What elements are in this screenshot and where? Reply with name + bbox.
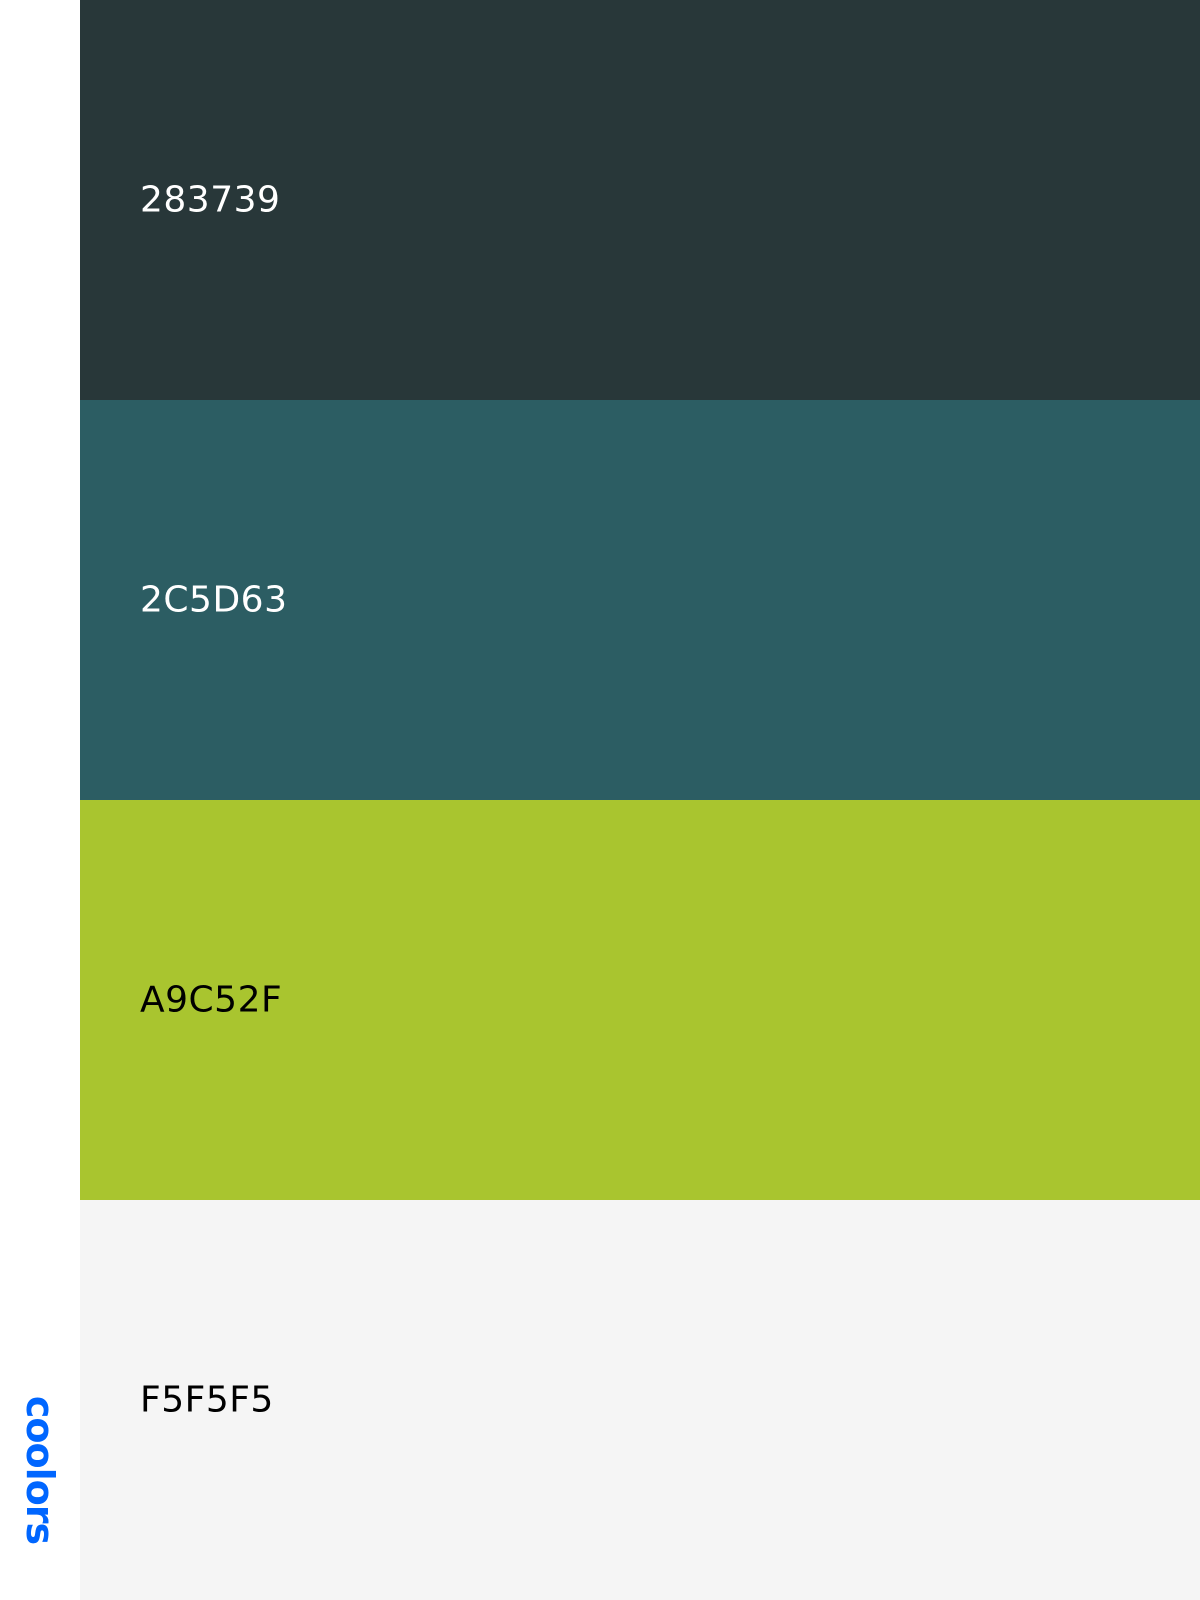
swatch-hex-code: 2C5D63 xyxy=(140,579,288,621)
color-swatch[interactable]: 2C5D63 xyxy=(80,400,1200,800)
palette: 283739 2C5D63 A9C52F F5F5F5 xyxy=(80,0,1200,1600)
color-swatch[interactable]: A9C52F xyxy=(80,800,1200,1200)
color-swatch[interactable]: 283739 xyxy=(80,0,1200,400)
swatch-hex-code: A9C52F xyxy=(140,979,283,1021)
swatch-hex-code: F5F5F5 xyxy=(140,1379,274,1421)
swatch-hex-code: 283739 xyxy=(140,179,281,221)
coolors-logo: coolors xyxy=(18,1395,62,1545)
sidebar: coolors xyxy=(0,0,80,1600)
color-swatch[interactable]: F5F5F5 xyxy=(80,1200,1200,1600)
